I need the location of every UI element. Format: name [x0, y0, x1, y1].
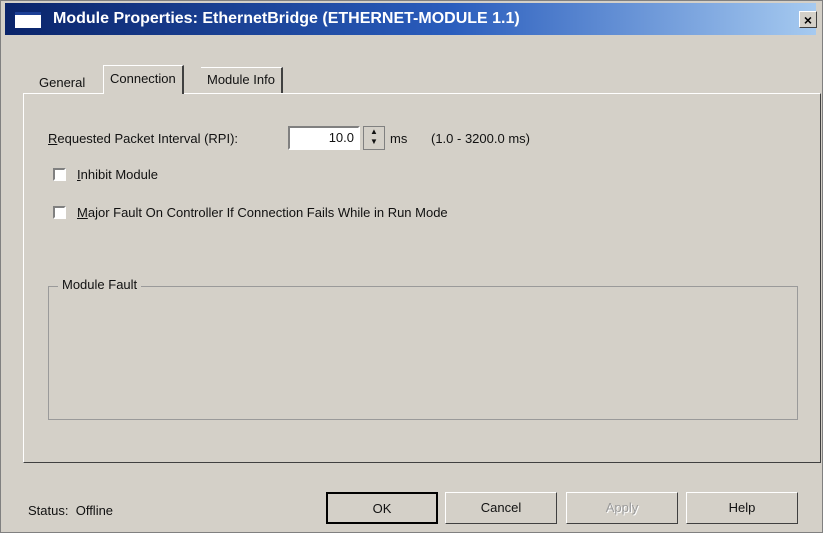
status-value: Offline	[75, 503, 114, 518]
status-text: Status: Offline	[28, 503, 114, 518]
module-fault-title: Module Fault	[58, 277, 142, 292]
title-bar[interactable]: Module Properties: EthernetBridge (ETHER…	[5, 3, 817, 35]
tab-module-info[interactable]: Module Info	[201, 67, 283, 94]
inhibit-module-label: Inhibit Module	[77, 167, 158, 182]
inhibit-module-checkbox[interactable]	[53, 168, 66, 181]
window-title: Module Properties: EthernetBridge (ETHER…	[53, 10, 520, 27]
apply-button[interactable]: Apply	[566, 492, 678, 524]
help-button[interactable]: Help	[686, 492, 798, 524]
major-fault-label: Major Fault On Controller If Connection …	[77, 205, 448, 220]
rpi-range: (1.0 - 3200.0 ms)	[431, 131, 530, 146]
rpi-label: Requested Packet Interval (RPI):	[48, 131, 239, 146]
cancel-button[interactable]: Cancel	[445, 492, 557, 524]
ok-button[interactable]: OK	[326, 492, 438, 524]
rpi-spinner[interactable]: ▲ ▼	[363, 126, 385, 150]
module-fault-group	[48, 286, 798, 420]
close-button[interactable]: ×	[799, 11, 817, 28]
window-icon	[15, 12, 41, 28]
tab-connection[interactable]: Connection	[103, 65, 184, 94]
rpi-input[interactable]: 10.0	[288, 126, 360, 150]
major-fault-checkbox[interactable]	[53, 206, 66, 219]
module-properties-dialog: Module Properties: EthernetBridge (ETHER…	[0, 0, 823, 533]
rpi-unit: ms	[390, 131, 408, 146]
spin-down-icon[interactable]: ▼	[364, 137, 384, 147]
tab-general[interactable]: General	[33, 71, 91, 95]
spin-up-icon[interactable]: ▲	[364, 127, 384, 137]
